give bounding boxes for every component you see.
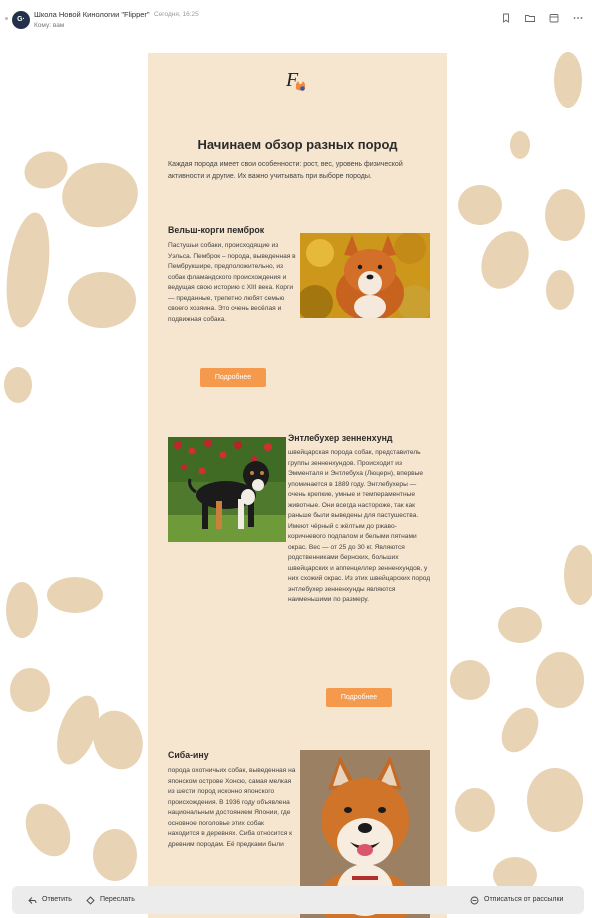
flipper-logo[interactable]: F <box>286 69 308 93</box>
unread-dot-icon[interactable] <box>5 17 8 20</box>
bottom-action-bar: Ответить Переслать Отписаться от рассылк… <box>12 886 584 914</box>
bookmark-icon[interactable] <box>500 12 512 24</box>
breed-title-corgi: Вельш-корги пемброк <box>168 225 265 235</box>
forward-button[interactable]: Переслать <box>86 886 135 914</box>
sent-time: Сегодня, 16:25 <box>154 10 199 18</box>
move-to-folder-icon[interactable] <box>524 12 536 24</box>
to-label: Кому: <box>34 22 51 29</box>
reply-label: Ответить <box>42 896 72 903</box>
calendar-icon[interactable] <box>548 12 560 24</box>
intro-text: Каждая порода имеет свои особенности: ро… <box>168 161 403 180</box>
logo-dog-icon <box>296 81 305 91</box>
corgi-photo[interactable] <box>300 233 430 318</box>
entlebucher-photo[interactable] <box>168 437 286 542</box>
more-button-corgi[interactable]: Подробнее <box>200 368 266 387</box>
unsubscribe-label: Отписаться от рассылки <box>484 896 564 903</box>
header-actions <box>500 12 584 24</box>
reply-button[interactable]: Ответить <box>28 886 72 914</box>
unsubscribe-button[interactable]: Отписаться от рассылки <box>470 886 563 914</box>
unsubscribe-icon <box>470 896 479 904</box>
breed-text-corgi: Пастушьи собаки, происходящие из Уэльса.… <box>168 242 296 323</box>
breed-text-entlebucher: швейцарская порода собак, представитель … <box>288 449 431 603</box>
email-body-card: F Начинаем обзор разных пород Каждая пор… <box>148 53 447 918</box>
recipient-line: Кому: вам <box>34 22 64 29</box>
email-title: Начинаем обзор разных пород <box>197 137 398 152</box>
breed-title-entlebucher: Энтлебухер зенненхунд <box>288 433 393 443</box>
more-options-icon[interactable] <box>572 12 584 24</box>
mail-header: G· Школа Новой Кинологии "Flipper" Сегод… <box>0 0 592 40</box>
reply-icon <box>28 896 37 904</box>
forward-label: Переслать <box>100 896 135 903</box>
breed-text-shiba: порода охотничьих собак, выведенная на я… <box>168 767 296 848</box>
to-value: вам <box>52 22 65 29</box>
forward-icon <box>86 895 95 905</box>
sender-avatar[interactable]: G· <box>12 11 30 29</box>
more-button-entlebucher[interactable]: Подробнее <box>326 688 392 707</box>
sender-name[interactable]: Школа Новой Кинологии "Flipper" <box>34 10 150 19</box>
breed-title-shiba: Сиба-ину <box>168 750 209 760</box>
